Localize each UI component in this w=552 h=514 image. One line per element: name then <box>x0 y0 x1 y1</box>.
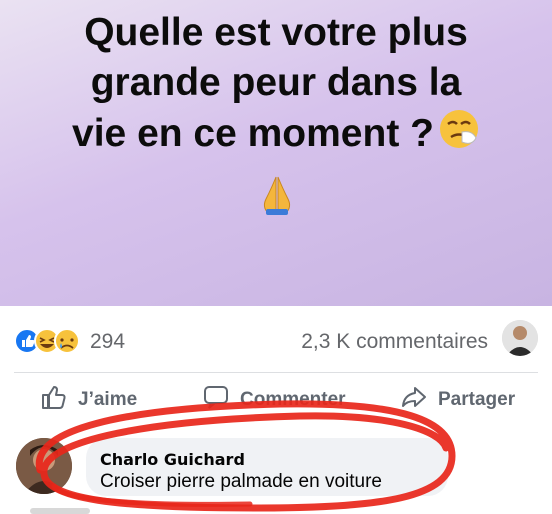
reaction-icons[interactable] <box>14 328 84 354</box>
post-text-line-1: Quelle est votre plus <box>84 11 468 54</box>
post-text-line-3-text: vie en ce moment ? <box>72 111 434 155</box>
post-text-line-2: grande peur dans la <box>90 61 462 104</box>
comment-label: Commenter <box>240 389 346 410</box>
comment-author[interactable]: Charlo Guichard <box>100 450 245 469</box>
divider <box>14 372 538 373</box>
sneezing-face-icon <box>438 108 480 163</box>
post-text-line-3: vie en ce moment ? <box>20 108 532 163</box>
commenter-avatar[interactable] <box>16 438 72 494</box>
folded-hands-icon <box>255 173 299 217</box>
comment-bubble: Charlo Guichard Croiser pierre palmade e… <box>86 438 448 496</box>
post-banner: Quelle est votre plus grande peur dans l… <box>0 0 552 306</box>
share-button[interactable]: Partager <box>400 376 515 424</box>
comment-button[interactable]: Commenter <box>202 376 346 424</box>
comment: Charlo Guichard Croiser pierre palmade e… <box>0 430 552 514</box>
like-button[interactable]: J’aime <box>40 376 137 424</box>
share-label: Partager <box>438 389 516 410</box>
sad-reaction-icon <box>54 328 80 354</box>
thumbs-up-icon <box>40 383 78 417</box>
comments-count[interactable]: 2,3 K commentaires <box>301 330 488 354</box>
comment-text: Croiser pierre palmade en voiture <box>100 471 382 492</box>
reactions-row: 294 2,3 K commentaires <box>0 306 552 370</box>
post-actions: J’aime Commenter Partager <box>0 376 552 424</box>
post-text: Quelle est votre plus grande peur dans l… <box>20 8 532 163</box>
share-arrow-icon <box>400 383 438 417</box>
comment-bubble-icon <box>202 383 240 417</box>
reaction-count[interactable]: 294 <box>90 330 125 354</box>
viewer-avatar[interactable] <box>502 320 538 356</box>
like-label: J’aime <box>78 389 138 410</box>
next-comment-hint <box>30 508 90 514</box>
